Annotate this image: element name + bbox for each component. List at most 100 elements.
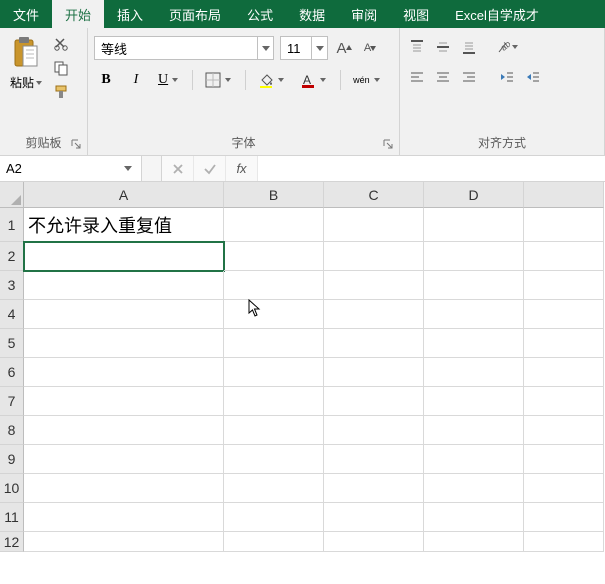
menu-tab-view[interactable]: 视图 (390, 0, 442, 28)
cell[interactable] (524, 271, 604, 300)
dialog-launcher-icon[interactable] (383, 139, 395, 151)
cell[interactable] (524, 532, 604, 552)
cell[interactable] (224, 532, 324, 552)
enter-formula-button[interactable] (194, 156, 226, 181)
cell[interactable] (524, 242, 604, 271)
column-header[interactable]: A (24, 182, 224, 208)
menu-tab-home[interactable]: 开始 (52, 0, 104, 28)
cell[interactable] (524, 329, 604, 358)
cell[interactable] (424, 300, 524, 329)
chevron-down-icon[interactable] (318, 78, 328, 82)
font-name-combo[interactable]: 等线 (94, 36, 274, 60)
chevron-down-icon[interactable] (170, 78, 180, 82)
cell[interactable] (324, 300, 424, 329)
cell[interactable] (224, 503, 324, 532)
cut-button[interactable] (50, 34, 72, 54)
chevron-down-icon[interactable] (311, 37, 327, 59)
chevron-down-icon[interactable] (372, 78, 382, 82)
cell[interactable] (24, 503, 224, 532)
cell[interactable] (424, 242, 524, 271)
align-center-button[interactable] (432, 66, 454, 88)
chevron-down-icon[interactable] (257, 37, 273, 59)
menu-tab-insert[interactable]: 插入 (104, 0, 156, 28)
row-header[interactable]: 10 (0, 474, 24, 503)
cell[interactable] (524, 358, 604, 387)
cell[interactable] (224, 329, 324, 358)
borders-button[interactable] (201, 68, 237, 92)
column-header[interactable]: D (424, 182, 524, 208)
cell[interactable] (424, 474, 524, 503)
cell[interactable] (424, 358, 524, 387)
cell[interactable] (524, 208, 604, 242)
cell[interactable] (24, 532, 224, 552)
cell[interactable] (24, 271, 224, 300)
cell[interactable] (324, 358, 424, 387)
menu-tab-formulas[interactable]: 公式 (234, 0, 286, 28)
phonetic-guide-button[interactable]: wén (349, 68, 386, 92)
column-header[interactable] (524, 182, 604, 208)
row-header[interactable]: 4 (0, 300, 24, 329)
chevron-down-icon[interactable] (276, 78, 286, 82)
cell[interactable] (524, 300, 604, 329)
row-header[interactable]: 3 (0, 271, 24, 300)
cell[interactable] (224, 242, 324, 271)
menu-tab-review[interactable]: 审阅 (338, 0, 390, 28)
increase-indent-button[interactable] (522, 66, 544, 88)
cell[interactable] (424, 329, 524, 358)
align-right-button[interactable] (458, 66, 480, 88)
fill-color-button[interactable] (254, 68, 290, 92)
cells-area[interactable]: 不允许录入重复值 (24, 208, 604, 552)
cell[interactable] (324, 271, 424, 300)
chevron-down-icon[interactable] (121, 166, 135, 171)
cancel-formula-button[interactable] (162, 156, 194, 181)
select-all-corner[interactable] (0, 182, 24, 208)
font-color-button[interactable]: A (296, 68, 332, 92)
cell[interactable] (224, 271, 324, 300)
row-header[interactable]: 9 (0, 445, 24, 474)
bold-button[interactable]: B (94, 68, 118, 92)
row-header[interactable]: 8 (0, 416, 24, 445)
cell[interactable] (524, 445, 604, 474)
name-box[interactable]: A2 (0, 156, 142, 181)
cell[interactable]: 不允许录入重复值 (24, 208, 224, 242)
cell[interactable] (224, 445, 324, 474)
row-header[interactable]: 12 (0, 532, 24, 552)
align-bottom-button[interactable] (458, 36, 480, 58)
decrease-font-size-button[interactable]: A (360, 37, 380, 59)
row-header[interactable]: 7 (0, 387, 24, 416)
cell[interactable] (324, 445, 424, 474)
increase-font-size-button[interactable]: A (334, 37, 354, 59)
cell[interactable] (424, 271, 524, 300)
column-header[interactable]: C (324, 182, 424, 208)
cell[interactable] (24, 358, 224, 387)
cell[interactable] (24, 387, 224, 416)
menu-tab-data[interactable]: 数据 (286, 0, 338, 28)
cell[interactable] (224, 358, 324, 387)
cell[interactable] (324, 329, 424, 358)
row-header[interactable]: 1 (0, 208, 24, 242)
align-left-button[interactable] (406, 66, 428, 88)
cell[interactable] (24, 474, 224, 503)
cell[interactable] (324, 503, 424, 532)
cell[interactable] (424, 445, 524, 474)
insert-function-button[interactable]: fx (226, 156, 258, 181)
cell[interactable] (424, 416, 524, 445)
cell[interactable] (224, 474, 324, 503)
row-header[interactable]: 11 (0, 503, 24, 532)
cell[interactable] (324, 242, 424, 271)
cell[interactable] (524, 474, 604, 503)
cell[interactable] (424, 208, 524, 242)
cell[interactable] (224, 387, 324, 416)
cell[interactable] (524, 416, 604, 445)
cell[interactable] (224, 208, 324, 242)
paste-button[interactable]: 粘贴 (6, 32, 46, 102)
cell[interactable] (324, 474, 424, 503)
cell[interactable] (424, 503, 524, 532)
orientation-button[interactable]: ab (496, 36, 518, 58)
menu-tab-page-layout[interactable]: 页面布局 (156, 0, 234, 28)
cell[interactable] (324, 387, 424, 416)
formula-input[interactable] (258, 156, 605, 181)
cell[interactable] (224, 416, 324, 445)
menu-tab-file[interactable]: 文件 (0, 0, 52, 28)
cell[interactable] (24, 242, 224, 271)
